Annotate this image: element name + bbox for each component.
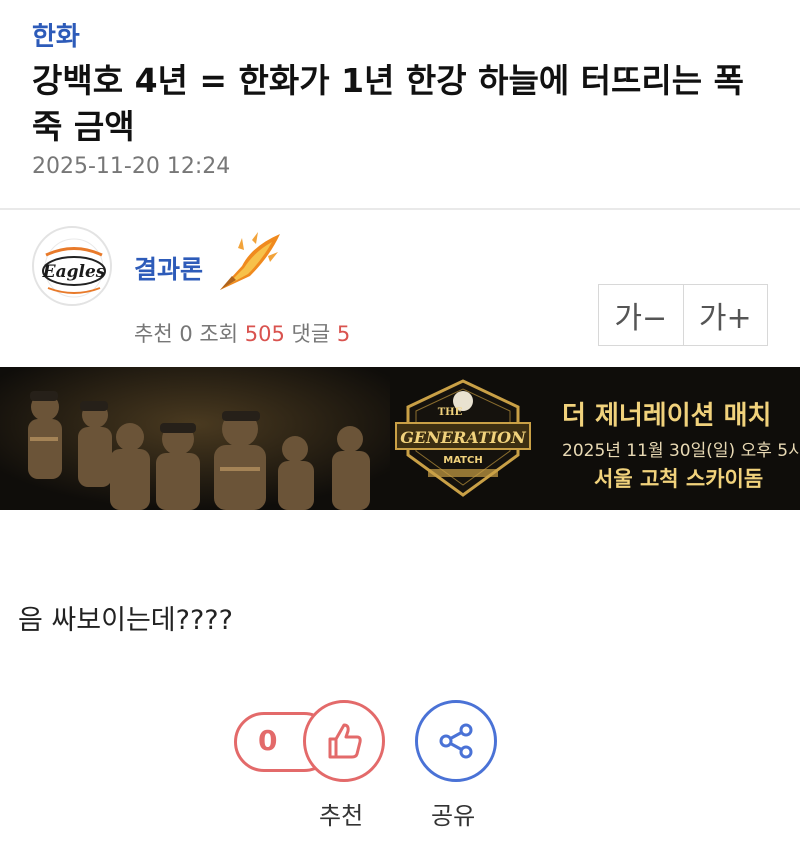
views-stat-count: 505 <box>244 322 285 346</box>
banner-title: 더 제너레이션 매치 <box>562 401 772 431</box>
author-name[interactable]: 결과론 <box>134 250 203 286</box>
header-divider <box>0 208 800 210</box>
recommend-count: 0 <box>258 724 278 757</box>
comments-stat-count: 5 <box>336 322 351 346</box>
comments-stat-label: 댓글 <box>291 322 331 346</box>
post-stats: 추천 0 조회 505 댓글 5 <box>134 318 350 348</box>
recommend-button[interactable] <box>303 700 385 782</box>
logo-sub-text: MATCH <box>443 455 482 466</box>
thumbs-up-icon <box>328 723 362 759</box>
recommend-label: 추천 <box>319 802 364 830</box>
post-date: 2025-11-20 12:24 <box>32 154 231 179</box>
flame-icon <box>220 232 280 290</box>
banner-date: 2025년 11월 30일(일) 오후 5시 <box>562 441 800 461</box>
ad-banner[interactable]: THE GENERATION MATCH 더 제너레이션 매치 2025년 11… <box>0 367 800 510</box>
players-photo <box>0 367 390 510</box>
views-stat-label: 조회 <box>199 322 239 346</box>
logo-top-text: THE <box>438 407 463 418</box>
font-decrease-button[interactable]: 가− <box>599 285 683 345</box>
recommend-stat-count: 0 <box>179 322 193 346</box>
post-title: 강백호 4년 = 한화가 1년 한강 하늘에 터뜨리는 폭죽 금액 <box>32 61 744 146</box>
font-size-controls: 가− 가+ <box>598 284 768 346</box>
share-button[interactable] <box>415 700 497 782</box>
font-increase-button[interactable]: 가+ <box>682 285 768 345</box>
recommend-stat-label: 추천 <box>134 322 173 346</box>
banner-place: 서울 고척 스카이돔 <box>594 467 764 491</box>
logo-main-text: GENERATION <box>400 428 527 447</box>
post-content: 음 싸보이는데???? <box>18 605 233 636</box>
category-label[interactable]: 한화 <box>32 16 80 53</box>
avatar-logo-text: Eagles <box>42 262 106 282</box>
share-label: 공유 <box>431 802 476 830</box>
share-icon <box>439 723 473 759</box>
eagles-logo-icon: Eagles <box>38 232 110 304</box>
author-avatar[interactable]: Eagles <box>32 226 112 306</box>
generation-match-logo: THE GENERATION MATCH <box>395 379 531 497</box>
